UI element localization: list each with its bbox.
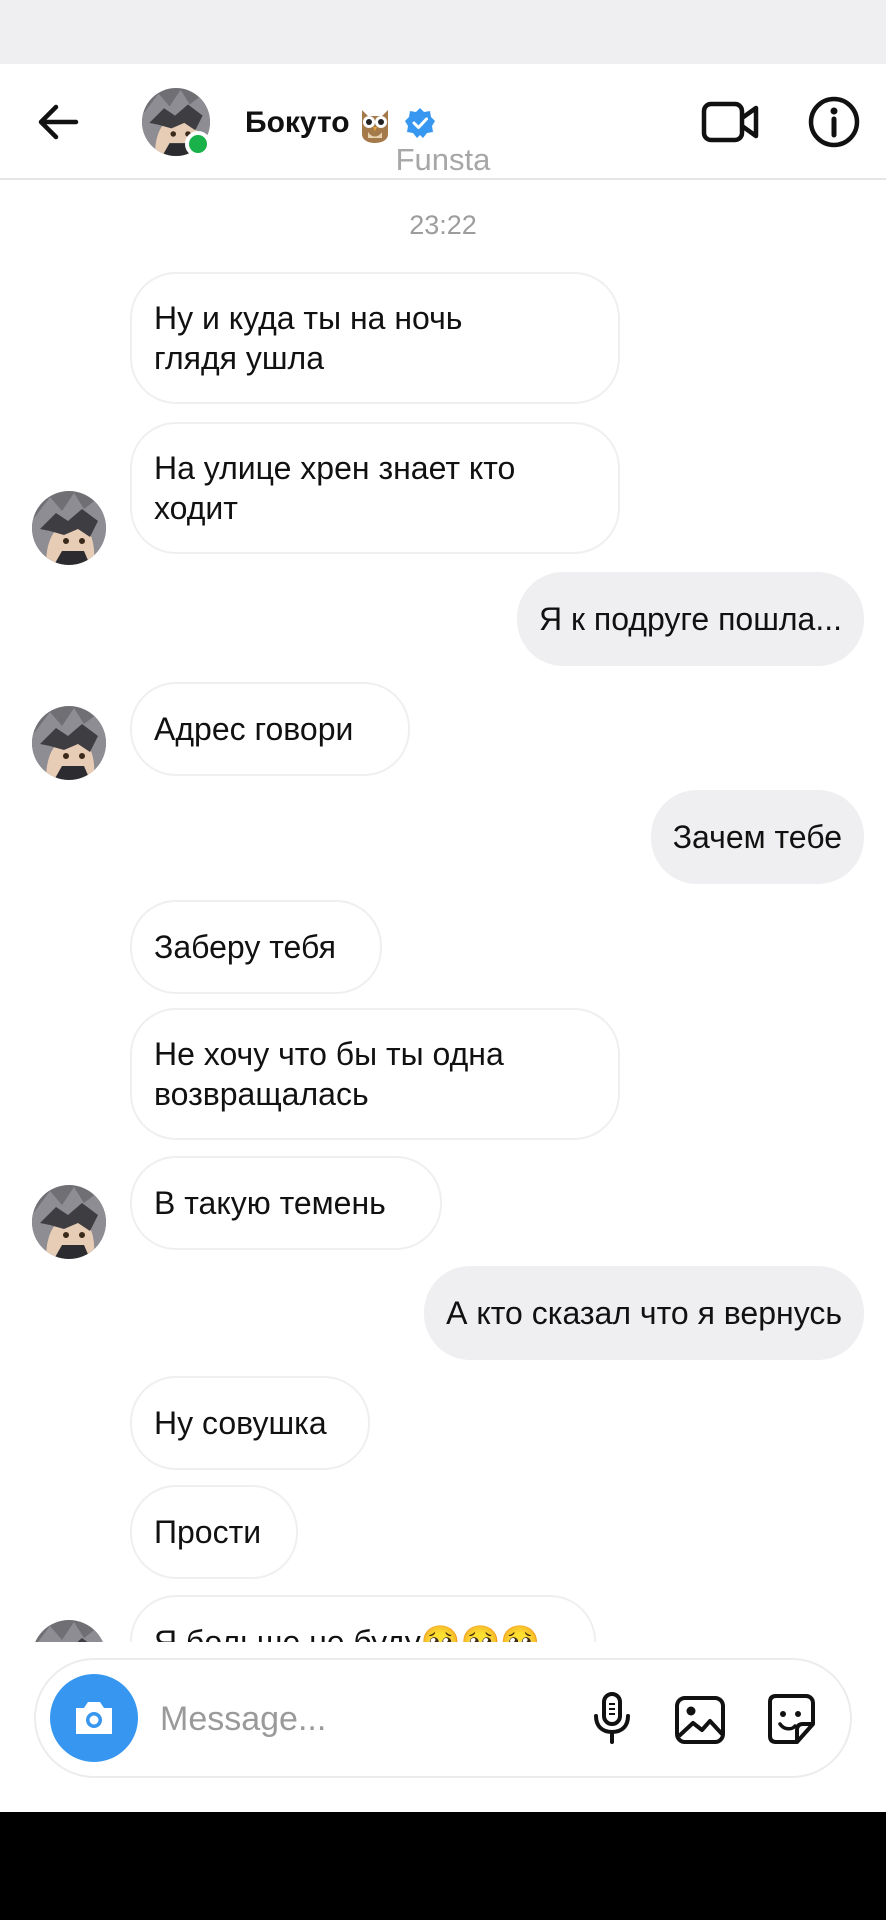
- sender-avatar[interactable]: [32, 706, 106, 780]
- sender-avatar[interactable]: [32, 491, 106, 565]
- message-line: Я к подруге пошла...: [538, 601, 842, 637]
- sender-avatar[interactable]: [32, 1185, 106, 1259]
- message-timestamp: 23:22: [409, 210, 477, 240]
- status-bar: [0, 0, 886, 64]
- message-line: ходит: [154, 490, 238, 526]
- video-camera-icon: [701, 101, 759, 143]
- outgoing-message[interactable]: Зачем тебе: [650, 790, 864, 884]
- camera-button[interactable]: [50, 1674, 138, 1762]
- incoming-message[interactable]: Заберу тебя: [130, 900, 382, 994]
- incoming-message[interactable]: Ну совушка: [130, 1376, 370, 1470]
- message-line: Я больше не буду🥺🥺🥺: [154, 1624, 541, 1642]
- voice-message-button[interactable]: [584, 1690, 640, 1746]
- gallery-button[interactable]: [672, 1692, 728, 1748]
- incoming-message[interactable]: Я больше не буду🥺🥺🥺: [130, 1595, 596, 1642]
- outgoing-message[interactable]: Я к подруге пошла...: [516, 572, 864, 666]
- verified-badge-icon: [404, 107, 436, 139]
- message-line: Не хочу что бы ты одна: [154, 1036, 504, 1072]
- message-line: В такую темень: [154, 1185, 386, 1221]
- message-line: Зачем тебе: [672, 819, 842, 855]
- message-line: А кто сказал что я вернусь: [446, 1295, 842, 1331]
- message-line: Адрес говори: [154, 711, 354, 747]
- message-input[interactable]: [158, 1684, 582, 1754]
- message-line: Ну и куда ты на ночь: [154, 300, 463, 336]
- sender-avatar[interactable]: [32, 1620, 106, 1642]
- microphone-icon: [594, 1692, 630, 1744]
- message-thread[interactable]: 23:22 Ну и куда ты на ночь глядя ушла На …: [0, 180, 886, 1642]
- info-icon: [808, 96, 860, 148]
- message-line: Прости: [154, 1514, 262, 1550]
- info-button[interactable]: [806, 94, 862, 150]
- message-line: возвращалась: [154, 1076, 369, 1112]
- image-icon: [675, 1696, 725, 1744]
- video-call-button[interactable]: [700, 92, 760, 152]
- incoming-message[interactable]: Адрес говори: [130, 682, 410, 776]
- incoming-message[interactable]: Не хочу что бы ты одна возвращалась: [130, 1008, 620, 1140]
- system-navigation-bar: [0, 1812, 886, 1920]
- message-composer: [34, 1658, 852, 1778]
- message-line: глядя ушла: [154, 340, 324, 376]
- camera-icon: [76, 1702, 112, 1734]
- incoming-message[interactable]: В такую темень: [130, 1156, 442, 1250]
- incoming-message[interactable]: Прости: [130, 1485, 298, 1579]
- owl-emoji-icon: [358, 104, 392, 144]
- sticker-icon: [768, 1694, 815, 1744]
- incoming-message[interactable]: Ну и куда ты на ночь глядя ушла: [130, 272, 620, 404]
- message-line: На улице хрен знает кто: [154, 450, 516, 486]
- message-line: Ну совушка: [154, 1405, 327, 1441]
- message-line: Заберу тебя: [154, 929, 336, 965]
- incoming-message[interactable]: На улице хрен знает кто ходит: [130, 422, 620, 554]
- outgoing-message[interactable]: А кто сказал что я вернусь: [424, 1266, 864, 1360]
- chat-header: Бокуто Funsta: [0, 64, 886, 180]
- contact-name[interactable]: Бокуто: [245, 106, 350, 140]
- sticker-button[interactable]: [762, 1690, 820, 1748]
